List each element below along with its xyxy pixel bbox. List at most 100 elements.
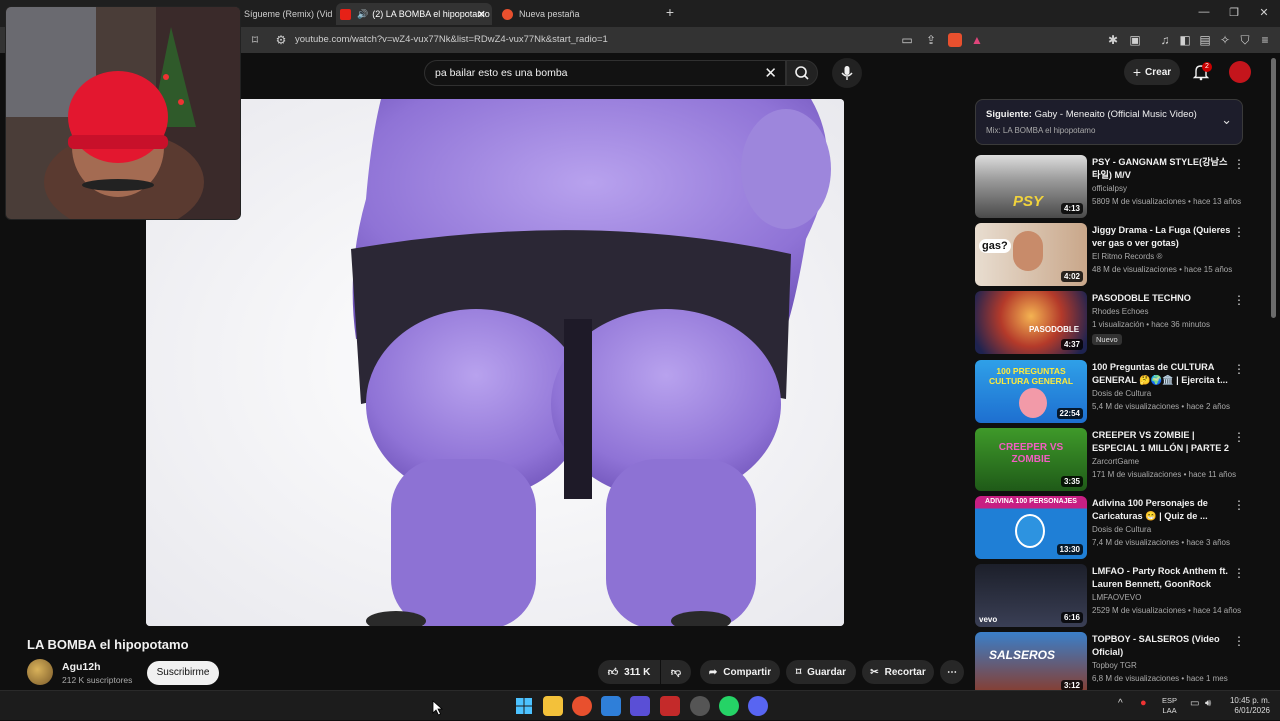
recommendation-item[interactable]: vevo 6:16 LMFAO - Party Rock Anthem ft. … — [975, 564, 1255, 627]
discord-icon[interactable] — [748, 696, 768, 716]
brave-browser-icon[interactable] — [572, 696, 592, 716]
recommendation-title: Jiggy Drama - La Fuga (Quieres ver gas o… — [1092, 225, 1231, 248]
file-explorer-icon[interactable] — [543, 696, 563, 716]
recommendation-item[interactable]: SALSEROS 3:12 TOPBOY - SALSEROS (Video O… — [975, 632, 1255, 690]
store-icon[interactable] — [601, 696, 621, 716]
page-scrollbar[interactable] — [1271, 58, 1276, 318]
tab-new-tab[interactable]: Nueva pestaña — [500, 3, 620, 25]
tab-sigueme[interactable]: Sígueme (Remix) (Vid — [244, 3, 336, 25]
dislike-button[interactable]: 👎︎ — [661, 660, 691, 684]
screenshot-icon[interactable]: ▣ — [1128, 33, 1142, 47]
share-icon[interactable]: ⇪ — [924, 33, 938, 47]
more-vertical-icon[interactable]: ⋮ — [1233, 293, 1245, 307]
recommendation-item[interactable]: gas? 4:02 Jiggy Drama - La Fuga (Quieres… — [975, 223, 1255, 286]
create-label: Crear — [1145, 66, 1172, 78]
video-frame — [146, 99, 844, 626]
close-tab-icon[interactable]: ✕ — [477, 8, 486, 21]
scissors-icon: ✂ — [870, 666, 879, 678]
video-thumbnail[interactable]: PSY 4:13 — [975, 155, 1087, 218]
game-controller-icon[interactable] — [630, 696, 650, 716]
rewards-icon[interactable]: ▲ — [970, 33, 984, 47]
language-indicator[interactable]: ESP LAA — [1162, 696, 1177, 716]
clip-button[interactable]: ✂ Recortar — [862, 660, 934, 684]
recommendation-item[interactable]: ADIVINA 100 PERSONAJES 13:30 Adivina 100… — [975, 496, 1255, 559]
account-avatar[interactable] — [1229, 61, 1251, 83]
obs-icon[interactable] — [690, 696, 710, 716]
thumbnail-text: SALSEROS — [989, 648, 1056, 662]
whatsapp-icon[interactable] — [719, 696, 739, 716]
menu-icon[interactable]: ≡ — [1258, 33, 1272, 47]
recommendation-meta: 1 visualización • hace 36 minutos — [1092, 320, 1210, 329]
video-thumbnail[interactable]: ADIVINA 100 PERSONAJES 13:30 — [975, 496, 1087, 559]
media-icon[interactable]: ♫ — [1158, 33, 1172, 47]
video-thumbnail[interactable]: CREEPER VS ZOMBIE 3:35 — [975, 428, 1087, 491]
search-button[interactable] — [786, 60, 818, 86]
more-vertical-icon[interactable]: ⋮ — [1233, 566, 1245, 580]
sidebar-icon[interactable]: ◧ — [1178, 33, 1192, 47]
more-vertical-icon[interactable]: ⋮ — [1233, 430, 1245, 444]
recommendation-item[interactable]: PASODOBLE 4:37 PASODOBLE TECHNO Rhodes E… — [975, 291, 1255, 354]
more-vertical-icon[interactable]: ⋮ — [1233, 225, 1245, 239]
bookmark-icon[interactable]: ⌑ — [248, 33, 262, 47]
chevron-up-icon[interactable]: ^ — [1118, 698, 1123, 709]
video-thumbnail[interactable]: PASODOBLE 4:37 — [975, 291, 1087, 354]
more-vertical-icon[interactable]: ⋮ — [1233, 498, 1245, 512]
system-clock[interactable]: 10:45 p. m. 6/01/2026 — [1224, 696, 1270, 716]
recommendation-title: LMFAO - Party Rock Anthem ft. Lauren Ben… — [1092, 566, 1228, 589]
new-tab-button[interactable]: + — [660, 4, 680, 20]
chevron-down-icon[interactable]: ⌄ — [1221, 112, 1232, 128]
maximize-button[interactable]: ❐ — [1224, 6, 1244, 19]
recommendation-item[interactable]: 100 PREGUNTAS CULTURA GENERAL 22:54 100 … — [975, 360, 1255, 423]
more-vertical-icon[interactable]: ⋮ — [1233, 634, 1245, 648]
like-button[interactable]: 👍︎ 311 K — [598, 660, 660, 684]
url-field[interactable]: youtube.com/watch?v=wZ4-vux77Nk&list=RDw… — [295, 34, 608, 45]
video-player[interactable] — [146, 99, 844, 626]
voice-search-button[interactable] — [832, 58, 862, 88]
subscribe-button[interactable]: Suscribirme — [147, 661, 219, 685]
video-thumbnail[interactable]: gas? 4:02 — [975, 223, 1087, 286]
more-vertical-icon[interactable]: ⋮ — [1233, 157, 1245, 171]
up-next-panel[interactable]: Siguiente: Gaby - Meneaito (Official Mus… — [975, 99, 1243, 145]
duration-badge: 3:12 — [1060, 680, 1083, 690]
recommendation-meta: 6,8 M de visualizaciones • hace 1 mes — [1092, 674, 1228, 683]
video-thumbnail[interactable]: vevo 6:16 — [975, 564, 1087, 627]
up-next-label: Siguiente: — [986, 109, 1032, 120]
brave-icon — [502, 8, 513, 20]
windows-start-icon[interactable] — [514, 696, 534, 716]
save-button[interactable]: ⌑ Guardar — [786, 660, 856, 684]
search-box[interactable]: pa bailar esto es una bomba ✕ — [424, 60, 786, 86]
brave-shield-icon[interactable] — [948, 33, 962, 47]
site-settings-icon[interactable]: ⚙ — [274, 33, 288, 47]
recommendation-channel: Rhodes Echoes — [1092, 307, 1149, 316]
minimize-button[interactable]: — — [1194, 6, 1214, 18]
create-button[interactable]: + Crear — [1124, 59, 1180, 85]
close-window-button[interactable]: ✕ — [1254, 6, 1274, 19]
channel-avatar[interactable] — [27, 659, 53, 685]
tab-la-bomba[interactable]: 🔊 (2) LA BOMBA el hipopotamo ✕ — [336, 3, 492, 25]
character-figure — [1019, 388, 1047, 418]
video-thumbnail[interactable]: SALSEROS 3:12 — [975, 632, 1087, 690]
more-vertical-icon[interactable]: ⋮ — [1233, 362, 1245, 376]
recommendation-meta: 7,4 M de visualizaciones • hace 3 años — [1092, 538, 1230, 547]
keyboard-layout: LAA — [1162, 706, 1177, 715]
share-button[interactable]: ➦ Compartir — [700, 660, 780, 684]
video-thumbnail[interactable]: 100 PREGUNTAS CULTURA GENERAL 22:54 — [975, 360, 1087, 423]
search-input[interactable]: pa bailar esto es una bomba — [435, 67, 568, 79]
cast-icon[interactable]: ▭ — [900, 33, 914, 47]
wallet-icon[interactable]: ▤ — [1198, 33, 1212, 47]
volume-icon[interactable]: 🔊︎ — [1205, 698, 1211, 709]
recommendation-title: CREEPER VS ZOMBIE | ESPECIAL 1 MILLÓN | … — [1092, 430, 1229, 453]
recommendation-item[interactable]: PSY 4:13 PSY - GANGNAM STYLE(강남스타일) M/V … — [975, 155, 1255, 218]
vpn-icon[interactable]: ⛉ — [1238, 33, 1252, 47]
microphone-icon[interactable]: ● — [1140, 697, 1147, 709]
recommendation-item[interactable]: CREEPER VS ZOMBIE 3:35 CREEPER VS ZOMBIE… — [975, 428, 1255, 491]
extensions-icon[interactable]: ✱ — [1106, 33, 1120, 47]
netflix-icon[interactable] — [660, 696, 680, 716]
more-actions-button[interactable]: ⋯ — [940, 660, 964, 684]
network-icon[interactable]: ▭ — [1190, 698, 1199, 709]
clear-search-icon[interactable]: ✕ — [764, 64, 777, 82]
channel-name[interactable]: Agu12h — [62, 661, 101, 673]
recommendation-title: PASODOBLE TECHNO — [1092, 293, 1191, 303]
speaker-icon: 🔊 — [357, 8, 369, 19]
leo-icon[interactable]: ✧ — [1218, 33, 1232, 47]
